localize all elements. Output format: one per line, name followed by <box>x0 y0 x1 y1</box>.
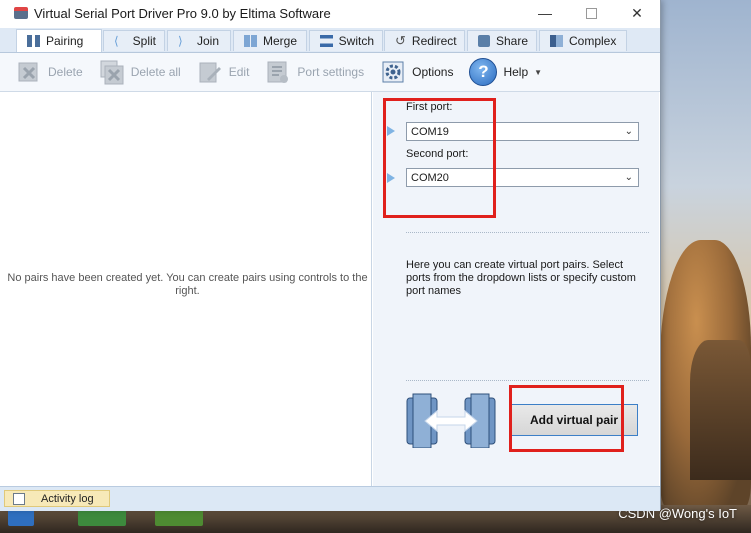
merge-icon <box>244 35 257 47</box>
edit-icon <box>197 59 223 85</box>
virtual-pair-icon <box>405 392 497 449</box>
port-settings-label: Port settings <box>297 65 365 79</box>
tab-label: Complex <box>569 34 617 48</box>
tab-label: Join <box>197 34 220 48</box>
tab-label: Switch <box>338 34 374 48</box>
pairing-description: Here you can create virtual port pairs. … <box>406 259 636 297</box>
delete-all-label: Delete all <box>130 65 181 79</box>
chevron-down-icon: ⌄ <box>624 126 633 137</box>
close-button[interactable]: ✕ <box>614 0 660 26</box>
tab-redirect[interactable]: ↺ Redirect <box>384 30 465 51</box>
delete-all-icon <box>99 59 125 85</box>
tab-label: Merge <box>263 34 298 48</box>
help-label: Help <box>503 65 529 79</box>
redirect-icon: ↺ <box>395 33 406 48</box>
help-icon: ? <box>469 58 498 86</box>
options-button[interactable]: Options <box>380 59 453 85</box>
share-icon <box>478 35 490 47</box>
window-title: Virtual Serial Port Driver Pro 9.0 by El… <box>34 5 331 21</box>
tab-label: Share <box>495 34 528 48</box>
tab-share[interactable]: Share <box>467 30 537 51</box>
tab-bar: Pairing ⟨ Split ⟩ Join Merge Switch ↺ Re… <box>0 28 660 53</box>
switch-icon <box>320 35 333 47</box>
log-icon <box>13 492 25 505</box>
join-icon: ⟩ <box>178 34 183 48</box>
tab-join[interactable]: ⟩ Join <box>167 30 231 51</box>
tab-complex[interactable]: Complex <box>539 30 627 51</box>
maximize-icon <box>585 7 597 19</box>
annotation-highlight-ports <box>383 98 496 218</box>
edit-button[interactable]: Edit <box>197 59 250 85</box>
options-label: Options <box>412 65 454 79</box>
activity-log-button[interactable]: Activity log <box>4 490 110 507</box>
chevron-down-icon: ⌄ <box>624 172 633 183</box>
minimize-button[interactable]: — <box>522 0 568 26</box>
pairing-icon <box>27 35 40 47</box>
wallpaper-rock-shadow <box>690 340 751 480</box>
tab-split[interactable]: ⟨ Split <box>103 30 165 51</box>
tab-switch[interactable]: Switch <box>309 30 383 51</box>
delete-button[interactable]: Delete <box>16 59 83 85</box>
title-bar: Virtual Serial Port Driver Pro 9.0 by El… <box>0 0 660 26</box>
maximize-button[interactable] <box>568 0 614 26</box>
status-bar: Activity log <box>0 486 660 511</box>
gear-icon <box>380 59 406 85</box>
tab-merge[interactable]: Merge <box>233 30 307 51</box>
port-settings-button[interactable]: Port settings <box>265 59 364 85</box>
annotation-highlight-add-button <box>509 385 624 452</box>
tab-label: Redirect <box>411 34 457 48</box>
toolbar: Delete Delete all Edit Port settings Opt… <box>0 53 660 92</box>
edit-label: Edit <box>228 65 250 79</box>
port-settings-icon <box>265 59 291 85</box>
app-icon <box>14 7 28 19</box>
delete-all-button[interactable]: Delete all <box>99 59 181 85</box>
help-button[interactable]: ? Help ▼ <box>469 58 542 86</box>
tab-pairing[interactable]: Pairing <box>16 29 102 52</box>
tab-label: Pairing <box>46 34 84 48</box>
tab-label: Split <box>132 34 156 48</box>
split-icon: ⟨ <box>114 34 119 48</box>
chevron-down-icon: ▼ <box>534 67 543 77</box>
empty-state-message: No pairs have been created yet. You can … <box>7 272 368 297</box>
divider <box>406 380 649 381</box>
pairs-list-pane[interactable]: No pairs have been created yet. You can … <box>4 92 372 486</box>
divider <box>406 232 649 233</box>
delete-icon <box>16 59 42 85</box>
delete-label: Delete <box>48 65 83 79</box>
complex-icon <box>550 35 563 47</box>
activity-log-label: Activity log <box>41 492 94 505</box>
